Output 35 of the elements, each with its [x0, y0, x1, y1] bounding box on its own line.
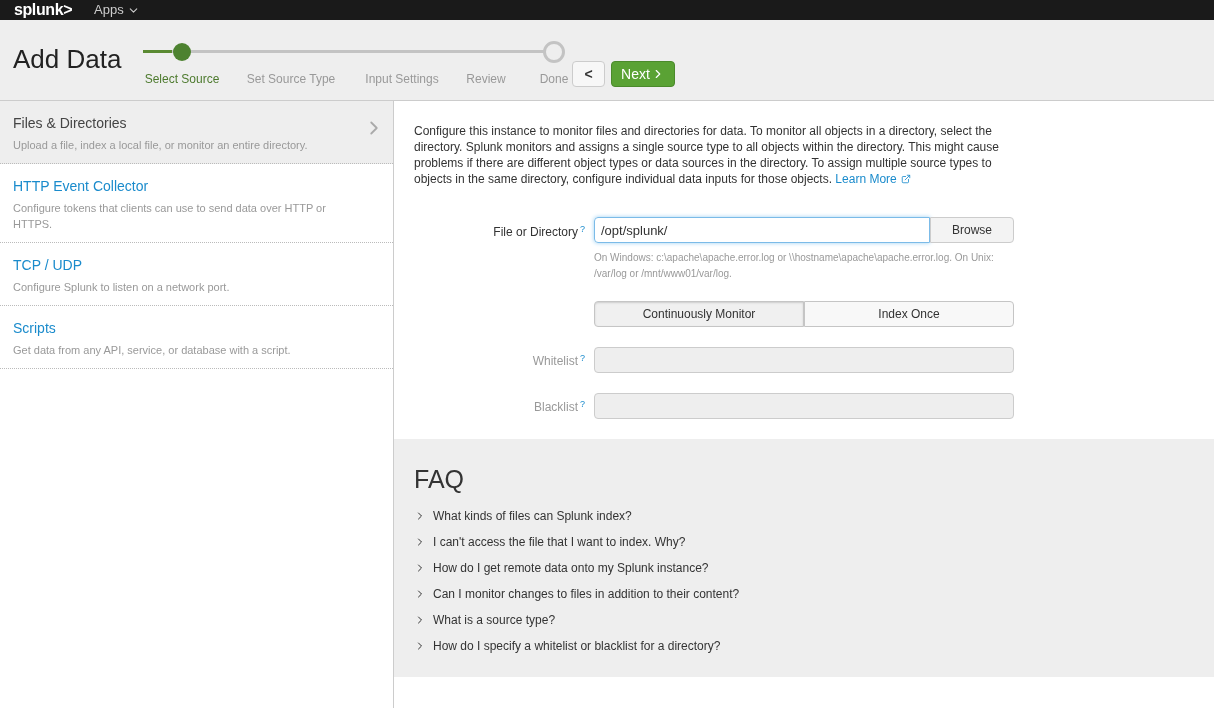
option-description: Get data from any API, service, or database with a script. — [13, 343, 292, 358]
field-label: File or Directory $^{?}$ — [493, 225, 585, 239]
option-description: Configure Splunk to listen on a network port. — [13, 280, 231, 295]
faq-question[interactable]: How do I specify a whitelist or blacklist for a directory? — [414, 636, 1194, 655]
logo[interactable]: splunk> — [14, 2, 73, 18]
step-label: Set Source Type — [246, 71, 336, 88]
option-title: HTTP Event Collector — [13, 177, 149, 196]
option-description: Upload a file, index a local file, or monitor an entire directory. — [13, 138, 309, 153]
field-label: Whitelist $^{?}$ — [532, 354, 585, 368]
faq-title: FAQ — [414, 464, 465, 495]
faq-question[interactable]: How do I get remote data onto my Splunk instance? — [414, 558, 1194, 577]
faq-question[interactable]: What is a source type? — [414, 610, 1194, 629]
path-input-field[interactable]: /opt/splunk/ — [594, 217, 930, 243]
faq-question[interactable]: I can't access the file that I want to index. Why? — [414, 532, 1194, 551]
faq-question[interactable]: Can I monitor changes to files in addition to their content? — [414, 584, 1194, 603]
step-label: Select Source — [144, 71, 220, 88]
option-description: Configure tokens that clients can use to send data over HTTP or HTTPS. — [13, 201, 327, 232]
mode-toggle[interactable]: Continuously Monitor — [594, 301, 804, 327]
browse-button[interactable]: Browse — [930, 217, 1014, 243]
option-title: TCP / UDP — [13, 256, 82, 275]
source-option[interactable]: Files & Directories Upload a file, index a local file, or monitor an entire directory. — [0, 101, 393, 164]
intro-paragraph: Configure this instance to monitor files and directories for data. To monitor all objects in a directory, select the directory. Splunk monitors and assigns a single source type to all objects within the directory. This might cause problems if there are different object types or data sources in the directory. To assign multiple source types to objects in the same directory, configure individual data inputs for those objects. Learn More — [414, 123, 1000, 187]
path-hint: On Windows: c:\apache\apache.error.log or \\hostname\apache\apache.error.log. On Unix: /var/log or /mnt/www01/var/log. — [594, 251, 995, 281]
page-title: Add Data — [13, 43, 123, 76]
option-title: Files & Directories — [13, 114, 127, 133]
faq-question[interactable]: What kinds of files can Splunk index? — [414, 506, 1194, 525]
option-title: Scripts — [13, 319, 56, 338]
step-label: Done — [539, 71, 569, 88]
learn-more-link[interactable]: Learn More — [835, 171, 911, 187]
apps-menu[interactable]: Apps — [94, 0, 140, 20]
mode-toggle[interactable]: Index Once — [804, 301, 1014, 327]
step-label: Input Settings — [365, 71, 439, 88]
step-label: Review — [466, 71, 506, 88]
external-link-icon — [900, 174, 911, 184]
field-label: Blacklist $^{?}$ — [533, 400, 585, 414]
